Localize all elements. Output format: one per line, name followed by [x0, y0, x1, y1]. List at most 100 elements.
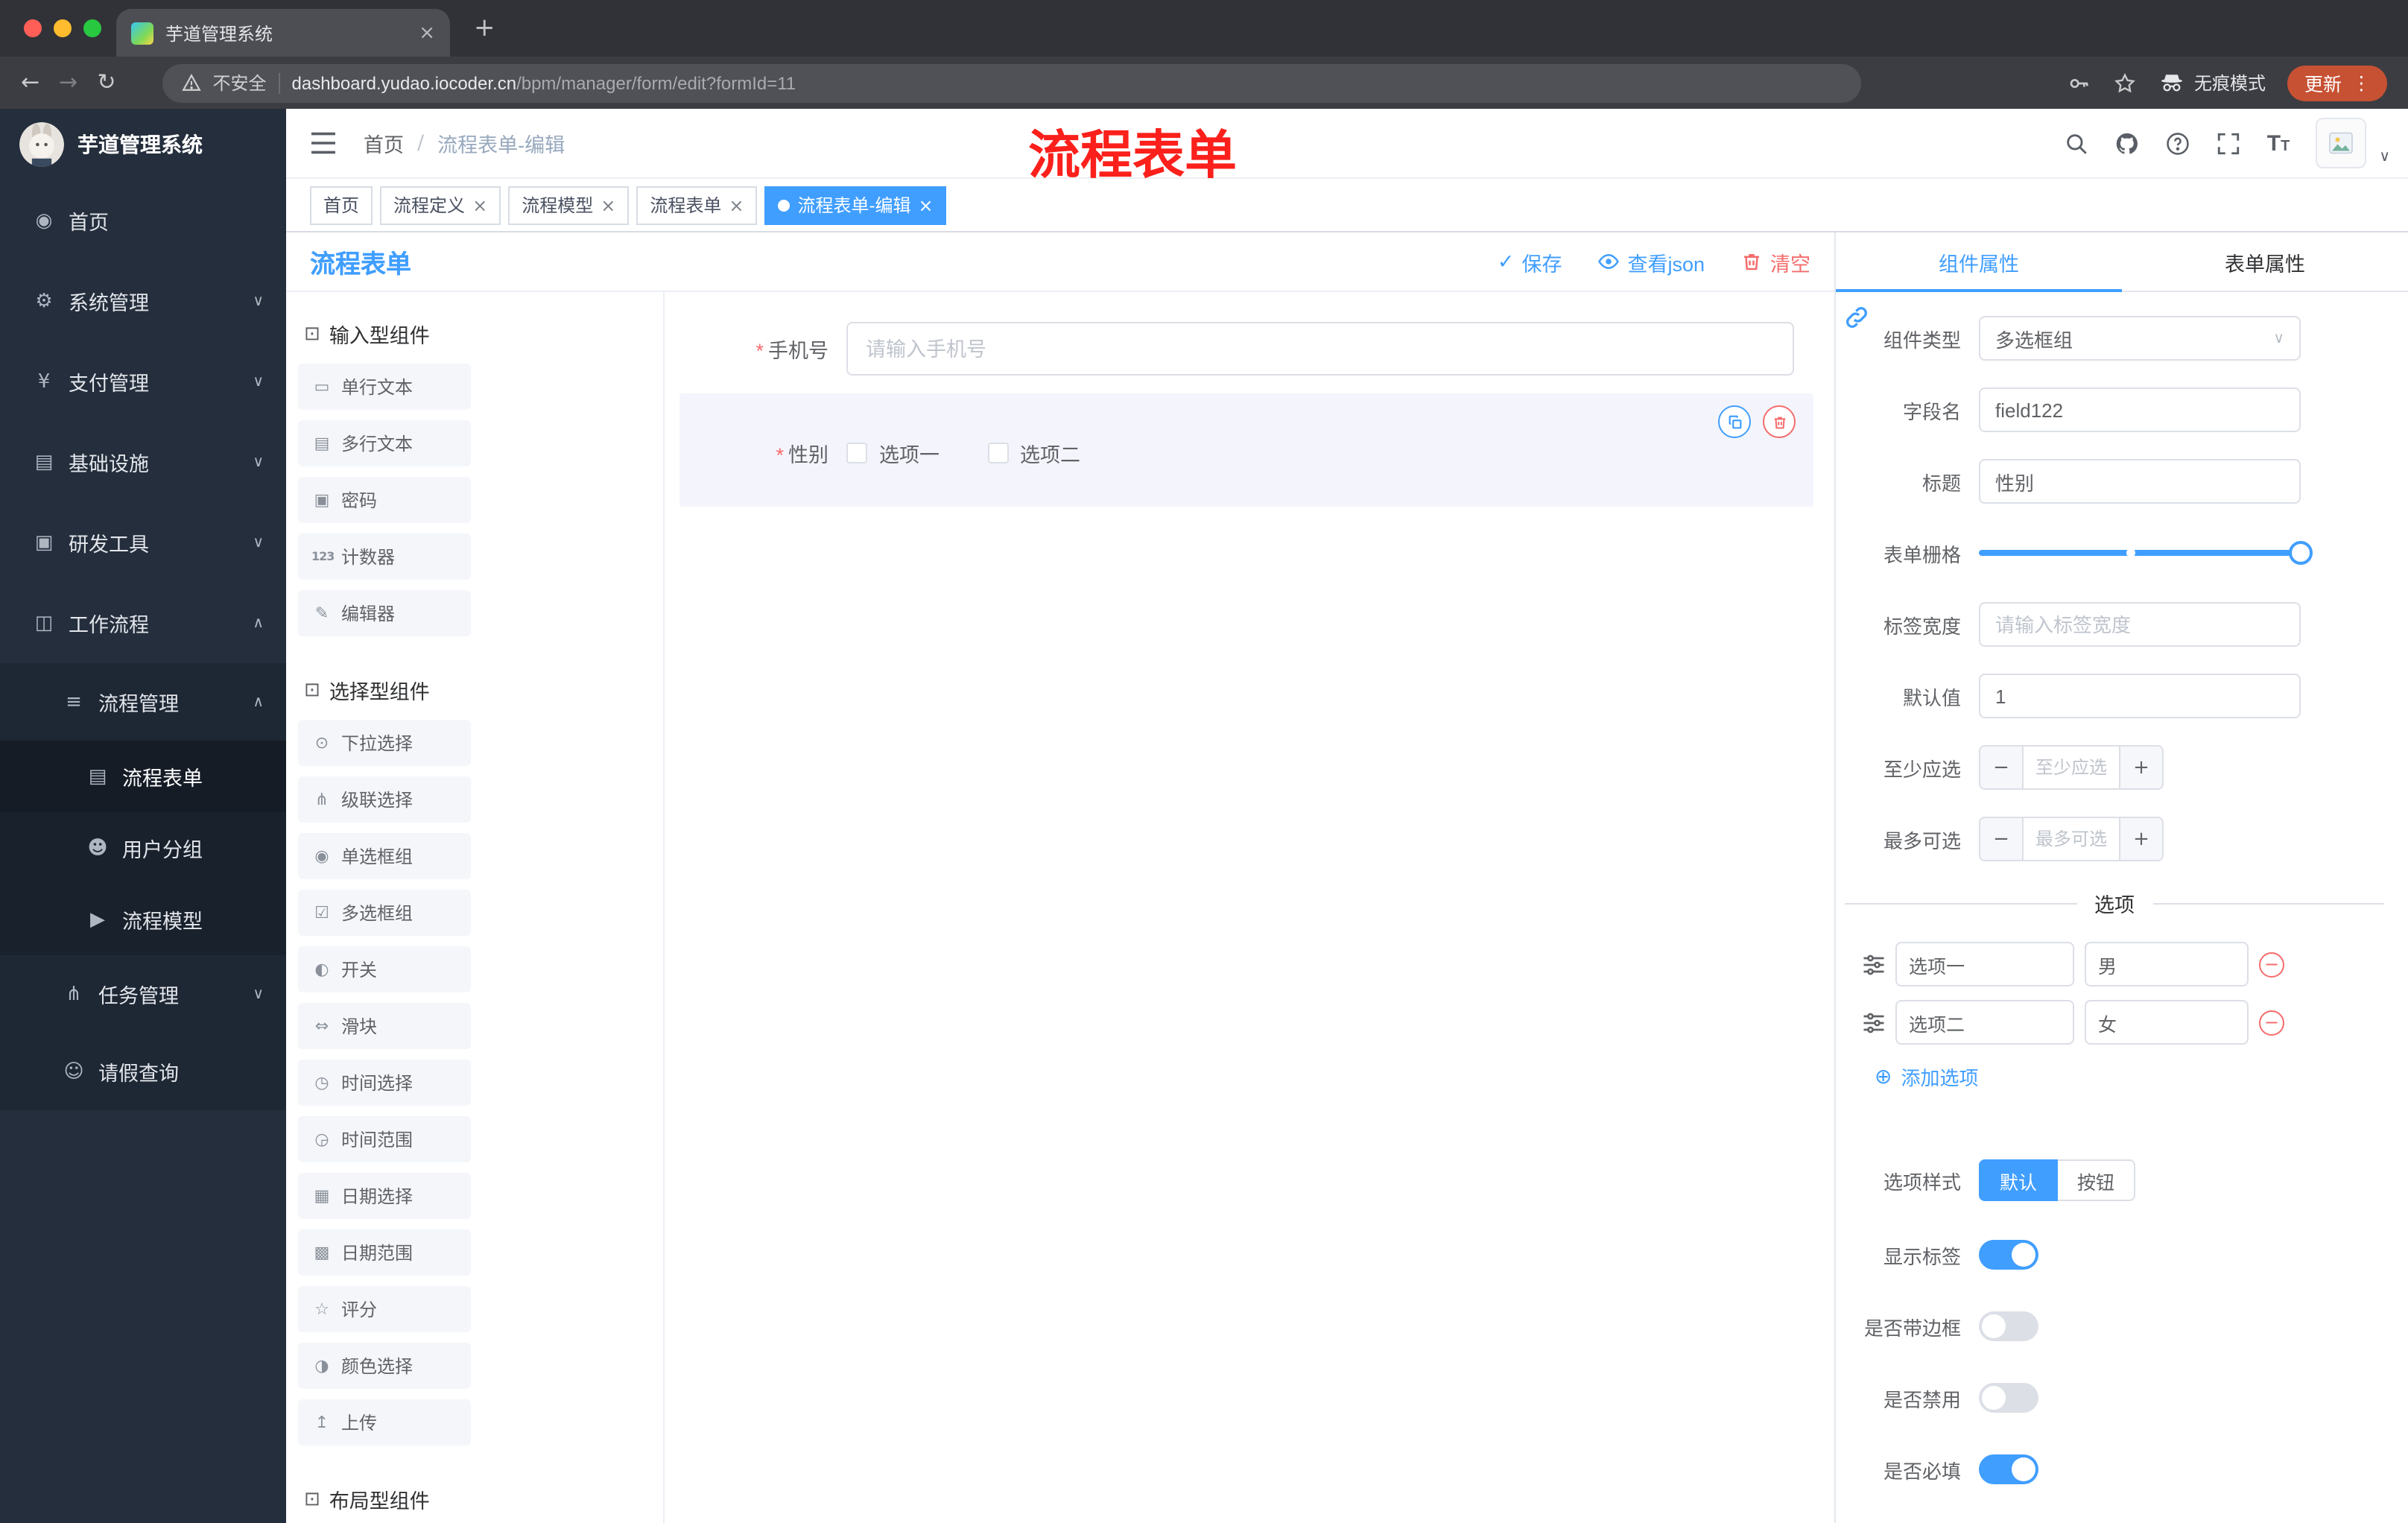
decrease-button[interactable]: −	[1980, 747, 2022, 788]
required-switch[interactable]	[1979, 1454, 2038, 1484]
option1-label-input[interactable]	[1895, 942, 2074, 987]
tab-component-props[interactable]: 组件属性	[1836, 232, 2122, 292]
breadcrumb-home[interactable]: 首页	[364, 128, 404, 158]
sidebar-item-process-mgmt[interactable]: ≡ 流程管理 ∧	[0, 663, 286, 741]
palette-item-color-picker[interactable]: ◑ 颜色选择	[298, 1343, 471, 1389]
palette-item-select[interactable]: ⊙ 下拉选择	[298, 720, 471, 766]
github-icon[interactable]	[2115, 130, 2141, 156]
slider-handle[interactable]	[2289, 541, 2313, 565]
palette-item-input-text[interactable]: ▭ 单行文本	[298, 364, 471, 410]
palette-item-radio-group[interactable]: ◉ 单选框组	[298, 833, 471, 879]
option1-value-input[interactable]	[2085, 942, 2249, 987]
help-icon[interactable]	[2166, 130, 2191, 156]
palette-item-password[interactable]: ▣ 密码	[298, 477, 471, 523]
browser-menu-icon[interactable]: ⋮	[2352, 72, 2371, 94]
gender-option1-checkbox[interactable]: 选项一	[846, 438, 940, 468]
component-type-select[interactable]: 多选框组 ∨	[1979, 316, 2301, 361]
drag-handle-icon[interactable]	[1863, 1011, 1885, 1033]
back-button[interactable]: ←	[21, 71, 39, 94]
palette-item-time-range[interactable]: ◶ 时间范围	[298, 1116, 471, 1162]
sidebar-item-payment-mgmt[interactable]: ¥ 支付管理 ∨	[0, 341, 286, 422]
save-button[interactable]: ✓ 保存	[1498, 247, 1562, 276]
checkbox-box[interactable]	[987, 443, 1008, 463]
tab-form-props[interactable]: 表单属性	[2122, 232, 2408, 291]
sidebar-item-infrastructure[interactable]: ▤ 基础设施 ∨	[0, 422, 286, 502]
palette-item-counter[interactable]: 123 计数器	[298, 533, 471, 580]
update-button[interactable]: 更新 ⋮	[2287, 65, 2387, 101]
tag-process-form[interactable]: 流程表单 ×	[636, 186, 758, 224]
border-switch[interactable]	[1979, 1311, 2038, 1341]
close-window-button[interactable]	[24, 19, 42, 37]
option2-value-input[interactable]	[2085, 1000, 2249, 1045]
add-option-button[interactable]: ⊕ 添加选项	[1875, 1063, 2384, 1091]
checkbox-box[interactable]	[846, 443, 867, 463]
sidebar-item-process-model[interactable]: ▶ 流程模型	[0, 884, 286, 955]
view-json-button[interactable]: 查看json	[1597, 247, 1705, 276]
sidebar-item-process-form[interactable]: ▤ 流程表单	[0, 741, 286, 812]
min-select-input[interactable]	[2022, 747, 2120, 788]
tag-close-icon[interactable]: ×	[919, 196, 934, 214]
remove-option-button[interactable]: −	[2259, 1010, 2284, 1035]
maximize-window-button[interactable]	[83, 19, 101, 37]
tag-close-icon[interactable]: ×	[729, 196, 744, 214]
palette-item-switch[interactable]: ◐ 开关	[298, 946, 471, 992]
password-key-icon[interactable]	[2068, 71, 2091, 95]
sidebar-item-leave-query[interactable]: ☺ 请假查询	[0, 1033, 286, 1110]
reload-button[interactable]: ↻	[97, 71, 115, 94]
delete-field-button[interactable]	[1763, 405, 1796, 438]
clear-button[interactable]: 清空	[1740, 247, 1810, 276]
max-select-input[interactable]	[2022, 818, 2120, 860]
canvas-field-phone[interactable]: 手机号	[679, 322, 1813, 376]
tag-close-icon[interactable]: ×	[472, 196, 487, 214]
palette-item-date-picker[interactable]: ▦ 日期选择	[298, 1173, 471, 1219]
canvas-field-gender-selected[interactable]: 性别 选项一 选项二	[679, 393, 1813, 507]
browser-tab[interactable]: 芋道管理系统 ×	[116, 9, 450, 57]
sidebar-item-dev-tools[interactable]: ▣ 研发工具 ∨	[0, 502, 286, 583]
copy-field-button[interactable]	[1718, 405, 1751, 438]
sidebar-item-user-group[interactable]: ☻ 用户分组	[0, 812, 286, 884]
new-tab-button[interactable]: +	[474, 13, 495, 43]
palette-item-rate[interactable]: ☆ 评分	[298, 1286, 471, 1332]
tag-process-definition[interactable]: 流程定义 ×	[380, 186, 501, 224]
option2-label-input[interactable]	[1895, 1000, 2074, 1045]
title-input[interactable]	[1979, 459, 2301, 504]
tab-close-icon[interactable]: ×	[419, 22, 435, 44]
tag-process-form-edit[interactable]: 流程表单-编辑 ×	[764, 186, 947, 224]
default-value-input[interactable]	[1979, 674, 2301, 718]
palette-item-slider[interactable]: ⇔ 滑块	[298, 1003, 471, 1049]
palette-item-date-range[interactable]: ▩ 日期范围	[298, 1229, 471, 1276]
tag-process-model[interactable]: 流程模型 ×	[508, 186, 630, 224]
window-controls[interactable]	[24, 19, 101, 37]
caret-down-icon[interactable]: ∨	[2379, 149, 2390, 168]
sidebar-logo[interactable]: 芋道管理系统	[0, 109, 286, 180]
phone-input[interactable]	[846, 322, 1794, 376]
palette-item-editor[interactable]: ✎ 编辑器	[298, 590, 471, 636]
fullscreen-icon[interactable]	[2217, 130, 2242, 156]
palette-item-checkbox-group[interactable]: ☑ 多选框组	[298, 890, 471, 936]
tag-close-icon[interactable]: ×	[601, 196, 615, 214]
sidebar-item-task-mgmt[interactable]: ⋔ 任务管理 ∨	[0, 955, 286, 1033]
minimize-window-button[interactable]	[54, 19, 72, 37]
tag-home[interactable]: 首页	[310, 186, 373, 224]
show-label-switch[interactable]	[1979, 1240, 2038, 1270]
address-bar[interactable]: 不安全 dashboard.yudao.iocoder.cn/bpm/manag…	[162, 63, 1861, 102]
sidebar-item-home[interactable]: ◉ 首页	[0, 180, 286, 261]
increase-button[interactable]: +	[2120, 818, 2162, 860]
palette-item-time-picker[interactable]: ◷ 时间选择	[298, 1060, 471, 1106]
palette-item-cascader[interactable]: ⋔ 级联选择	[298, 776, 471, 823]
search-icon[interactable]	[2065, 130, 2090, 156]
palette-item-upload[interactable]: ↥ 上传	[298, 1399, 471, 1446]
forward-button[interactable]: →	[59, 71, 77, 94]
increase-button[interactable]: +	[2120, 747, 2162, 788]
avatar[interactable]	[2315, 118, 2366, 168]
palette-item-textarea[interactable]: ▤ 多行文本	[298, 420, 471, 466]
sidebar-item-workflow[interactable]: ◫ 工作流程 ∧	[0, 583, 286, 663]
hamburger-menu-icon[interactable]	[310, 131, 337, 155]
label-width-input[interactable]	[1979, 602, 2301, 647]
field-name-input[interactable]	[1979, 387, 2301, 432]
bookmark-star-icon[interactable]	[2114, 71, 2138, 95]
sidebar-item-system-mgmt[interactable]: ⚙ 系统管理 ∨	[0, 261, 286, 341]
style-default-button[interactable]: 默认	[1979, 1159, 2059, 1201]
form-canvas[interactable]: 手机号 性别 选项一 选项二	[665, 292, 1834, 1523]
gender-option2-checkbox[interactable]: 选项二	[987, 438, 1080, 468]
